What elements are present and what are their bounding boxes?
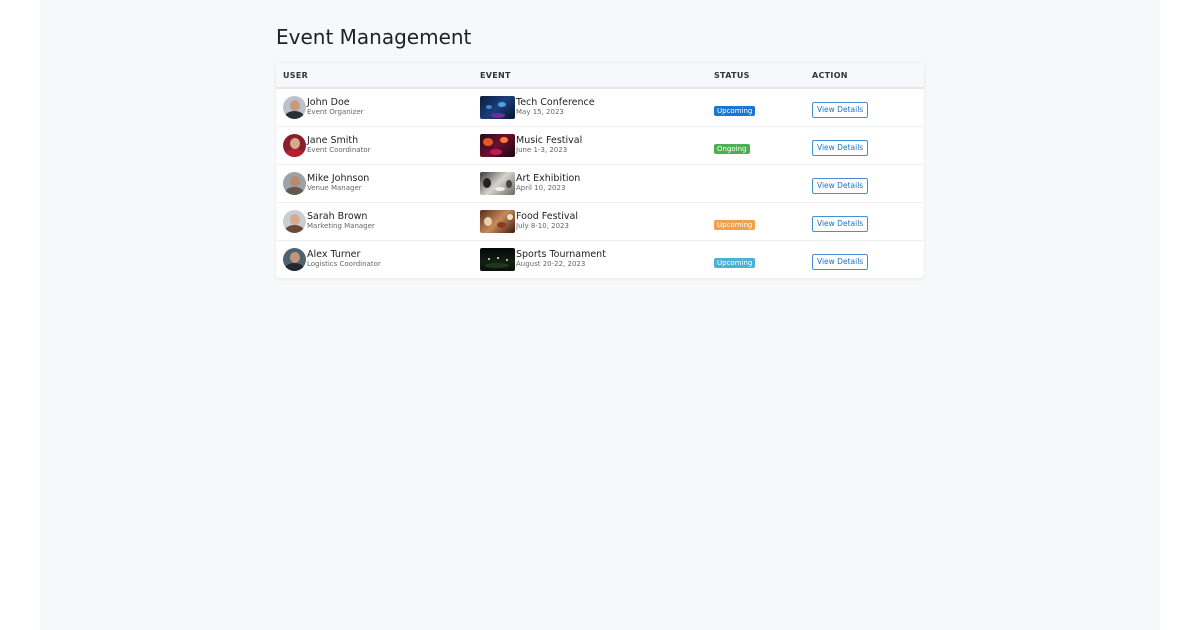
status-badge: Upcoming [714, 106, 756, 116]
user-cell: Mike Johnson Venue Manager [283, 172, 466, 195]
main-content: Event Management USER EVENT STATUS ACTIO… [276, 22, 924, 278]
events-table: USER EVENT STATUS ACTION John Doe Event … [276, 62, 924, 278]
view-details-button[interactable]: View Details [812, 216, 869, 232]
events-table-card: USER EVENT STATUS ACTION John Doe Event … [276, 62, 924, 278]
user-role: Venue Manager [307, 184, 362, 193]
user-name: John Doe [307, 96, 350, 108]
status-badge: Ongoing [714, 144, 750, 154]
status-badge: Upcoming [714, 220, 756, 230]
event-cell: Food Festival July 8-10, 2023 [480, 210, 700, 233]
user-name: Sarah Brown [307, 210, 368, 222]
user-name: Jane Smith [307, 134, 359, 146]
user-cell: Alex Turner Logistics Coordinator [283, 248, 466, 271]
event-date: May 15, 2023 [516, 108, 564, 117]
column-header-status: STATUS [707, 62, 805, 89]
column-header-action: ACTION [805, 62, 924, 89]
avatar [283, 210, 306, 233]
user-name: Mike Johnson [307, 172, 370, 184]
user-cell: John Doe Event Organizer [283, 96, 466, 119]
user-role: Marketing Manager [307, 222, 375, 231]
avatar [283, 96, 306, 119]
view-details-button[interactable]: View Details [812, 178, 869, 194]
user-cell: Sarah Brown Marketing Manager [283, 210, 466, 233]
table-header-row: USER EVENT STATUS ACTION [276, 62, 924, 89]
user-role: Event Coordinator [307, 146, 371, 155]
table-row: Alex Turner Logistics Coordinator Sports… [276, 241, 924, 279]
event-cell: Sports Tournament August 20-22, 2023 [480, 248, 700, 271]
event-name: Music Festival [516, 134, 583, 146]
event-name: Sports Tournament [516, 248, 606, 260]
event-date: August 20-22, 2023 [516, 260, 586, 269]
event-thumbnail [480, 210, 515, 233]
avatar [283, 172, 306, 195]
column-header-user: USER [276, 62, 473, 89]
table-row: John Doe Event Organizer Tech Conference… [276, 88, 924, 127]
page-title: Event Management [276, 25, 472, 49]
view-details-button[interactable]: View Details [812, 140, 869, 156]
event-thumbnail [480, 134, 515, 157]
user-cell: Jane Smith Event Coordinator [283, 134, 466, 157]
event-name: Tech Conference [516, 96, 595, 108]
view-details-button[interactable]: View Details [812, 254, 869, 270]
table-row: Mike Johnson Venue Manager Art Exhibitio… [276, 164, 924, 203]
view-details-button[interactable]: View Details [812, 102, 869, 118]
event-date: July 8-10, 2023 [516, 222, 569, 231]
event-name: Food Festival [516, 210, 578, 222]
event-thumbnail [480, 248, 515, 271]
avatar [283, 248, 306, 271]
avatar [283, 134, 306, 157]
event-name: Art Exhibition [516, 172, 581, 184]
user-role: Event Organizer [307, 108, 364, 117]
table-row: Jane Smith Event Coordinator Music Festi… [276, 126, 924, 165]
user-name: Alex Turner [307, 248, 361, 260]
event-date: April 10, 2023 [516, 184, 566, 193]
table-row: Sarah Brown Marketing Manager Food Festi… [276, 202, 924, 241]
event-thumbnail [480, 172, 515, 195]
user-role: Logistics Coordinator [307, 260, 381, 269]
column-header-event: EVENT [473, 62, 707, 89]
event-date: June 1-3, 2023 [516, 146, 568, 155]
status-badge: Upcoming [714, 258, 756, 268]
event-cell: Music Festival June 1-3, 2023 [480, 134, 700, 157]
event-thumbnail [480, 96, 515, 119]
event-cell: Art Exhibition April 10, 2023 [480, 172, 700, 195]
event-cell: Tech Conference May 15, 2023 [480, 96, 700, 119]
